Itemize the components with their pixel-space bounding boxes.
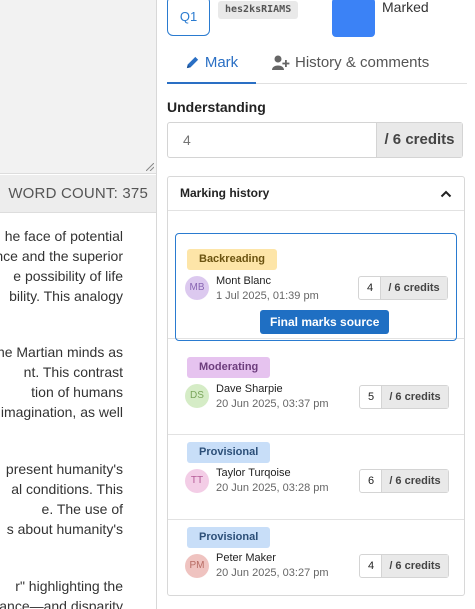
criterion-score-group: / 6 credits (167, 122, 463, 158)
word-count: WORD COUNT: 375 (8, 185, 148, 202)
marking-history-card: Marking history Backreading MB Mont Blan… (167, 176, 465, 596)
essay-line: imagination, as well (0, 404, 123, 420)
history-score-suffix: / 6 credits (381, 470, 448, 492)
marker-name: Mont Blanc (216, 275, 272, 287)
status-color-swatch (332, 0, 375, 37)
stage-badge: Provisional (187, 527, 271, 548)
word-count-bar: WORD COUNT: 375 (0, 175, 156, 213)
essay-line: present humanity's (5, 461, 123, 477)
essay-line: he Martian minds as (0, 344, 123, 360)
history-score-suffix: / 6 credits (380, 277, 447, 299)
marker-name: Dave Sharpie (216, 383, 283, 395)
candidate-code: hes2ksRIAMS (218, 1, 299, 19)
question-header: Q1 hes2ksRIAMS Marked (157, 0, 475, 40)
marker-date: 20 Jun 2025, 03:28 pm (216, 482, 329, 494)
marker-date: 20 Jun 2025, 03:27 pm (216, 567, 329, 579)
marking-history-title: Marking history (180, 186, 270, 200)
marker-date: 20 Jun 2025, 03:37 pm (216, 398, 329, 410)
history-score-suffix: / 6 credits (381, 386, 448, 408)
history-score: 5 / 6 credits (359, 385, 449, 409)
avatar: TT (185, 469, 209, 493)
essay-line: tion of humans (31, 384, 123, 400)
avatar: DS (185, 384, 209, 408)
essay-line: nt. This contrast (23, 364, 123, 380)
essay-line: e. The use of (41, 501, 123, 517)
tab-mark-label: Mark (204, 54, 239, 71)
marking-panel: Q1 hes2ksRIAMS Marked Mark History & com… (156, 0, 475, 609)
score-input[interactable] (168, 123, 376, 157)
user-plus-icon (272, 55, 290, 70)
resize-grip-icon[interactable] (146, 163, 154, 171)
history-score-value: 5 (367, 391, 375, 403)
pencil-icon (186, 56, 198, 69)
history-entry: Provisional TT Taylor Turqoise 20 Jun 20… (168, 435, 464, 520)
marker-date: 1 Jul 2025, 01:39 pm (216, 290, 319, 302)
status-label: Marked (382, 0, 429, 15)
avatar: PM (185, 554, 209, 578)
avatar: MB (185, 276, 209, 300)
credits-suffix: / 6 credits (376, 123, 462, 157)
marker-name: Peter Maker (216, 552, 276, 564)
tab-mark[interactable]: Mark (167, 46, 256, 84)
question-selector[interactable]: Q1 (167, 0, 210, 36)
history-entry: Provisional PM Peter Maker 20 Jun 2025, … (168, 520, 464, 596)
history-score: 4 / 6 credits (358, 276, 448, 300)
marker-name: Taylor Turqoise (216, 467, 291, 479)
stage-badge: Backreading (187, 249, 278, 270)
marking-history-header[interactable]: Marking history (168, 177, 464, 211)
history-score-value: 4 (366, 282, 374, 294)
stage-badge: Provisional (187, 442, 271, 463)
history-score: 4 / 6 credits (359, 554, 449, 578)
history-score-value: 4 (367, 560, 375, 572)
tab-history-label: History & comments (295, 54, 430, 71)
history-score-suffix: / 6 credits (381, 555, 448, 577)
essay-panel: WORD COUNT: 375 he face of potential nce… (0, 0, 156, 609)
essay-line: stance—and disparity (0, 598, 123, 609)
history-score-value: 6 (367, 475, 375, 487)
essay-line: bility. This analogy (9, 288, 123, 304)
criterion-label: Understanding (167, 99, 266, 115)
final-marks-source-button[interactable]: Final marks source (260, 310, 390, 334)
history-score: 6 / 6 credits (359, 469, 449, 493)
essay-line: al conditions. This (11, 481, 123, 497)
history-entry: Moderating DS Dave Sharpie 20 Jun 2025, … (168, 339, 464, 435)
comment-editor[interactable] (0, 0, 156, 174)
stage-badge: Moderating (187, 357, 271, 378)
essay-line: nce and the superior (0, 248, 123, 264)
essay-line: s about humanity's (6, 521, 123, 537)
tab-history-comments[interactable]: History & comments (272, 46, 429, 84)
essay-line: he face of potential (4, 228, 123, 244)
essay-line: e possibility of life (13, 268, 123, 284)
essay-line: r" highlighting the (15, 578, 123, 594)
chevron-up-icon[interactable] (440, 188, 452, 200)
history-entry: Backreading MB Mont Blanc 1 Jul 2025, 01… (168, 211, 464, 341)
panel-tabs: Mark History & comments (167, 46, 467, 84)
